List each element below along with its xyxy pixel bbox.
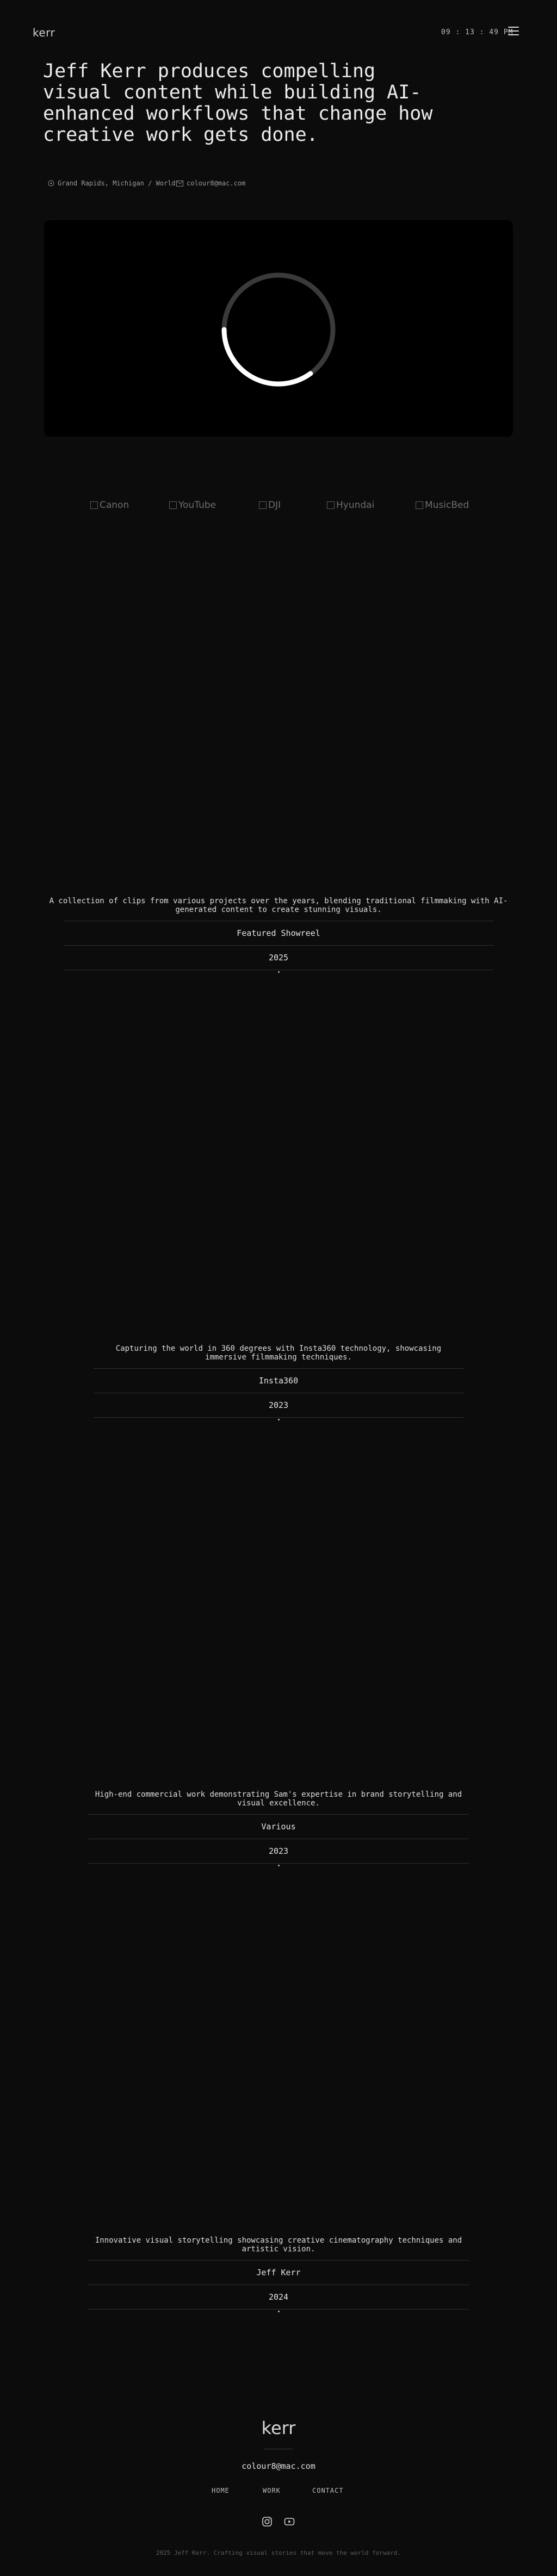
location-pin-icon	[48, 180, 54, 187]
broken-image-icon	[416, 501, 423, 509]
scroll-dot	[277, 1865, 280, 1866]
location-text: Grand Rapids, Michigan / World	[58, 179, 176, 187]
instagram-icon[interactable]	[262, 2516, 273, 2527]
project-card-insta360[interactable]: Capturing the world in 360 degrees with …	[0, 1344, 557, 1420]
brand-logo-canon: Canon	[90, 500, 129, 511]
project-year: 2024	[268, 2292, 289, 2302]
project-client: Jeff Kerr	[256, 2268, 301, 2277]
menu-button[interactable]	[508, 27, 519, 35]
project-year: 2023	[268, 1400, 289, 1410]
broken-image-icon	[327, 501, 335, 509]
hamburger-line	[508, 30, 519, 32]
footer-email-link[interactable]: colour8@mac.com	[0, 2461, 557, 2471]
footer-nav-contact[interactable]: CONTACT	[312, 2487, 344, 2494]
project-description: Innovative visual storytelling showcasin…	[95, 2236, 462, 2254]
hero-title: Jeff Kerr produces compelling visual con…	[43, 60, 433, 146]
location: Grand Rapids, Michigan / World	[48, 178, 176, 188]
brand-name: MusicBed	[425, 500, 469, 511]
brand-logo-dji: DJI	[259, 500, 281, 511]
project-client: Various	[261, 1822, 296, 1832]
copyright-text: 2025 Jeff Kerr. Crafting visual stories …	[156, 2549, 401, 2556]
youtube-icon[interactable]	[284, 2516, 295, 2527]
broken-image-icon	[169, 501, 177, 509]
email-text: colour8@mac.com	[187, 179, 246, 187]
broken-image-icon	[90, 501, 98, 509]
project-description: Capturing the world in 360 degrees with …	[115, 1344, 442, 1362]
brand-name: YouTube	[178, 500, 216, 511]
project-description: A collection of clips from various proje…	[49, 897, 508, 914]
project-card-showreel[interactable]: A collection of clips from various proje…	[0, 897, 557, 973]
divider	[94, 1417, 463, 1418]
scroll-dot	[277, 2311, 280, 2312]
hamburger-line	[508, 27, 519, 28]
project-description: High-end commercial work demonstrating S…	[95, 1790, 462, 1808]
project-year: 2023	[268, 1846, 289, 1856]
project-client: Featured Showreel	[237, 928, 320, 938]
brand-logo-musicbed: MusicBed	[416, 500, 469, 511]
live-clock: 09 : 13 : 49 PM	[441, 28, 513, 36]
project-card-commercial[interactable]: High-end commercial work demonstrating S…	[0, 1790, 557, 1866]
broken-image-icon	[259, 501, 267, 509]
loading-spinner-icon	[221, 272, 336, 387]
project-year: 2025	[268, 953, 289, 963]
footer-nav-home[interactable]: HOME	[212, 2487, 230, 2494]
footer-nav-work[interactable]: WORK	[263, 2487, 281, 2494]
hamburger-line	[508, 34, 519, 35]
project-client: Insta360	[258, 1376, 299, 1386]
brand-logo-hyundai: Hyundai	[327, 500, 374, 511]
divider	[88, 2309, 469, 2310]
scroll-dot	[277, 971, 280, 973]
mail-icon	[176, 180, 183, 187]
scroll-dot	[277, 1419, 280, 1420]
client-logos: Canon YouTube DJI Hyundai MusicBed	[0, 500, 557, 516]
project-card-jeff-kerr[interactable]: Innovative visual storytelling showcasin…	[0, 2236, 557, 2312]
brand-logo-youtube: YouTube	[169, 500, 216, 511]
brand-name: Canon	[100, 500, 129, 511]
brand-name: Hyundai	[336, 500, 375, 511]
site-logo[interactable]: kerr	[33, 26, 55, 39]
email-link[interactable]: colour8@mac.com	[176, 178, 245, 188]
divider	[88, 1863, 469, 1864]
brand-name: DJI	[268, 500, 281, 511]
footer-logo[interactable]: kerr	[0, 2418, 557, 2438]
